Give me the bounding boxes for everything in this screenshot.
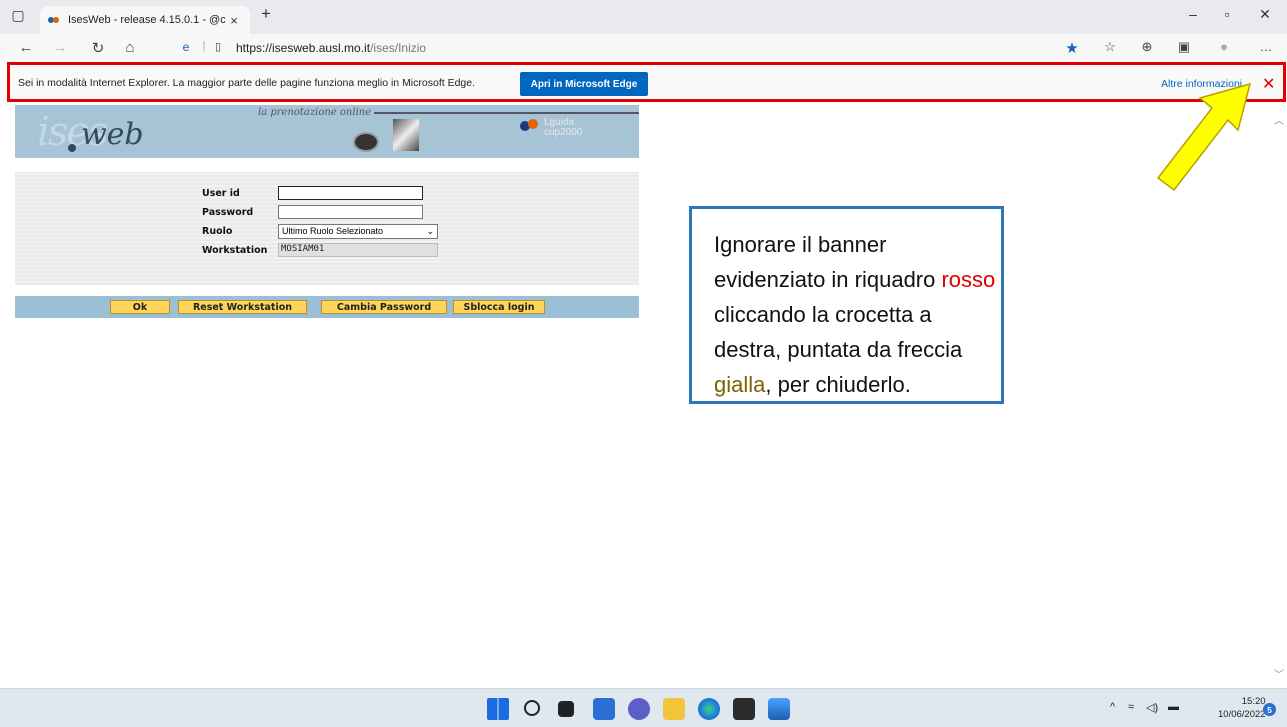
logo-dot (68, 144, 76, 152)
brand-line-2: cup2000 (544, 127, 583, 138)
workstation-row: Workstation MOSIAM01 (202, 242, 438, 258)
callout-part-2: cliccando la crocetta a destra, puntata … (714, 302, 963, 362)
battery-icon[interactable]: ▬ (1168, 701, 1179, 713)
maximize-icon[interactable]: ▫ (1212, 6, 1242, 22)
file-explorer-icon[interactable] (663, 698, 685, 720)
user-id-label: User id (202, 187, 240, 199)
site-favicon-icon (48, 16, 60, 24)
page-scrollbar[interactable]: ︿ ﹀ (1272, 104, 1287, 688)
workstation-label: Workstation (202, 244, 268, 256)
brand-logo: Lguida cup2000 (520, 115, 600, 143)
isesweb-logo-banner: ises web la prenotazione online Lguida c… (15, 105, 639, 158)
reset-workstation-button[interactable]: Reset Workstation (178, 300, 307, 314)
ie-mode-icon[interactable]: e (176, 40, 196, 54)
ie-banner-message: Sei in modalità Internet Explorer. La ma… (18, 77, 476, 89)
url-path: /ises/Inizio (370, 41, 427, 55)
back-icon[interactable]: ← (16, 39, 36, 56)
role-row: Ruolo Ultimo Ruolo Selezionato ⌄ (202, 223, 438, 239)
extensions-icon[interactable]: ▣ (1174, 39, 1194, 55)
new-tab-button[interactable]: + (256, 4, 276, 24)
chevron-down-icon: ⌄ (426, 225, 434, 236)
password-row: Password (202, 204, 423, 220)
favorites-icon[interactable]: ☆ (1100, 39, 1120, 55)
open-in-edge-button[interactable]: Apri in Microsoft Edge (520, 72, 648, 96)
role-select[interactable]: Ultimo Ruolo Selezionato ⌄ (278, 223, 438, 239)
task-view-icon[interactable] (558, 701, 574, 717)
ie-mode-banner: Sei in modalità Internet Explorer. La ma… (7, 62, 1286, 102)
user-id-row: User id (202, 185, 423, 201)
notification-badge[interactable]: 5 (1263, 703, 1276, 716)
brand-dot-orange (528, 119, 538, 129)
banner-close-icon[interactable]: ✕ (1262, 74, 1275, 94)
instruction-callout: Ignorare il banner evidenziato in riquad… (689, 206, 1004, 404)
clock-date: 10/06/2022 (1218, 709, 1266, 720)
start-icon[interactable] (487, 698, 509, 720)
tab-actions-icon[interactable]: ▢ (8, 7, 28, 24)
profile-avatar-icon[interactable]: ● (1214, 39, 1234, 54)
user-id-input[interactable] (278, 186, 423, 200)
page-info-icon[interactable]: ▯ (208, 40, 228, 53)
callout-yellow-word: gialla (714, 372, 766, 397)
windows-taskbar: ^ ≈ ◁) ▬ 15:20 10/06/2022 5 (0, 688, 1287, 727)
screen: ▢ IsesWeb - release 4.15.0.1 - @cu × + –… (0, 0, 1287, 727)
address-input[interactable]: https://isesweb.ausl.mo.it/ises/Inizio (236, 41, 426, 55)
callout-text: Ignorare il banner evidenziato in riquad… (714, 227, 1001, 402)
forward-icon[interactable]: → (50, 39, 70, 56)
login-form: User id Password Ruolo Ultimo Ruolo Sele… (15, 172, 639, 285)
home-icon[interactable]: ⌂ (120, 39, 140, 56)
address-bar-row: ← → ↻ ⌂ e | ▯ https://isesweb.ausl.mo.it… (0, 34, 1287, 62)
browser-title-bar: ▢ IsesWeb - release 4.15.0.1 - @cu × + –… (0, 0, 1287, 34)
unlock-login-button[interactable]: Sblocca login (453, 300, 545, 314)
store-icon[interactable] (733, 698, 755, 720)
favorite-star-icon[interactable]: ★ (1062, 39, 1082, 57)
refresh-icon[interactable]: ↻ (88, 39, 108, 57)
password-label: Password (202, 206, 254, 218)
callout-part-1: Ignorare il banner evidenziato in riquad… (714, 232, 942, 292)
clock-time: 15:20 (1241, 696, 1266, 707)
workstation-field: MOSIAM01 (278, 243, 438, 257)
callout-red-word: rosso (941, 267, 996, 292)
more-menu-icon[interactable]: … (1256, 39, 1276, 54)
ok-button[interactable]: Ok (110, 300, 170, 314)
clock[interactable]: 15:20 10/06/2022 (1218, 695, 1266, 721)
book-icon (393, 119, 419, 151)
role-label: Ruolo (202, 225, 233, 237)
callout-part-3: , per chiuderlo. (765, 372, 911, 397)
login-button-bar: Ok Reset Workstation Cambia Password Sbl… (15, 296, 639, 318)
logo-tagline: la prenotazione online (255, 107, 375, 118)
volume-icon[interactable]: ◁) (1146, 701, 1158, 714)
chat-icon[interactable] (628, 698, 650, 720)
show-hidden-icons-icon[interactable]: ^ (1110, 701, 1115, 713)
tab-title: IsesWeb - release 4.15.0.1 - @cu (68, 14, 226, 26)
change-password-button[interactable]: Cambia Password (321, 300, 447, 314)
search-icon[interactable] (524, 700, 540, 716)
collections-icon[interactable]: ⊕ (1137, 39, 1157, 55)
globe-icon (353, 132, 379, 152)
tab-close-icon[interactable]: × (226, 13, 242, 28)
scroll-down-icon[interactable]: ﹀ (1274, 666, 1284, 681)
role-selected-value: Ultimo Ruolo Selezionato (282, 226, 384, 236)
edge-icon[interactable] (698, 698, 720, 720)
password-input[interactable] (278, 205, 423, 219)
wifi-icon[interactable]: ≈ (1128, 701, 1134, 713)
widgets-icon[interactable] (593, 698, 615, 720)
photos-icon[interactable] (768, 698, 790, 720)
logo-web-text: web (81, 117, 144, 152)
minimize-icon[interactable]: – (1178, 6, 1208, 22)
browser-tab[interactable]: IsesWeb - release 4.15.0.1 - @cu × (40, 6, 250, 34)
scroll-up-icon[interactable]: ︿ (1274, 112, 1284, 127)
yellow-arrow-icon (1156, 82, 1252, 192)
url-host: https://isesweb.ausl.mo.it (236, 41, 371, 55)
window-close-icon[interactable]: ✕ (1250, 6, 1280, 23)
